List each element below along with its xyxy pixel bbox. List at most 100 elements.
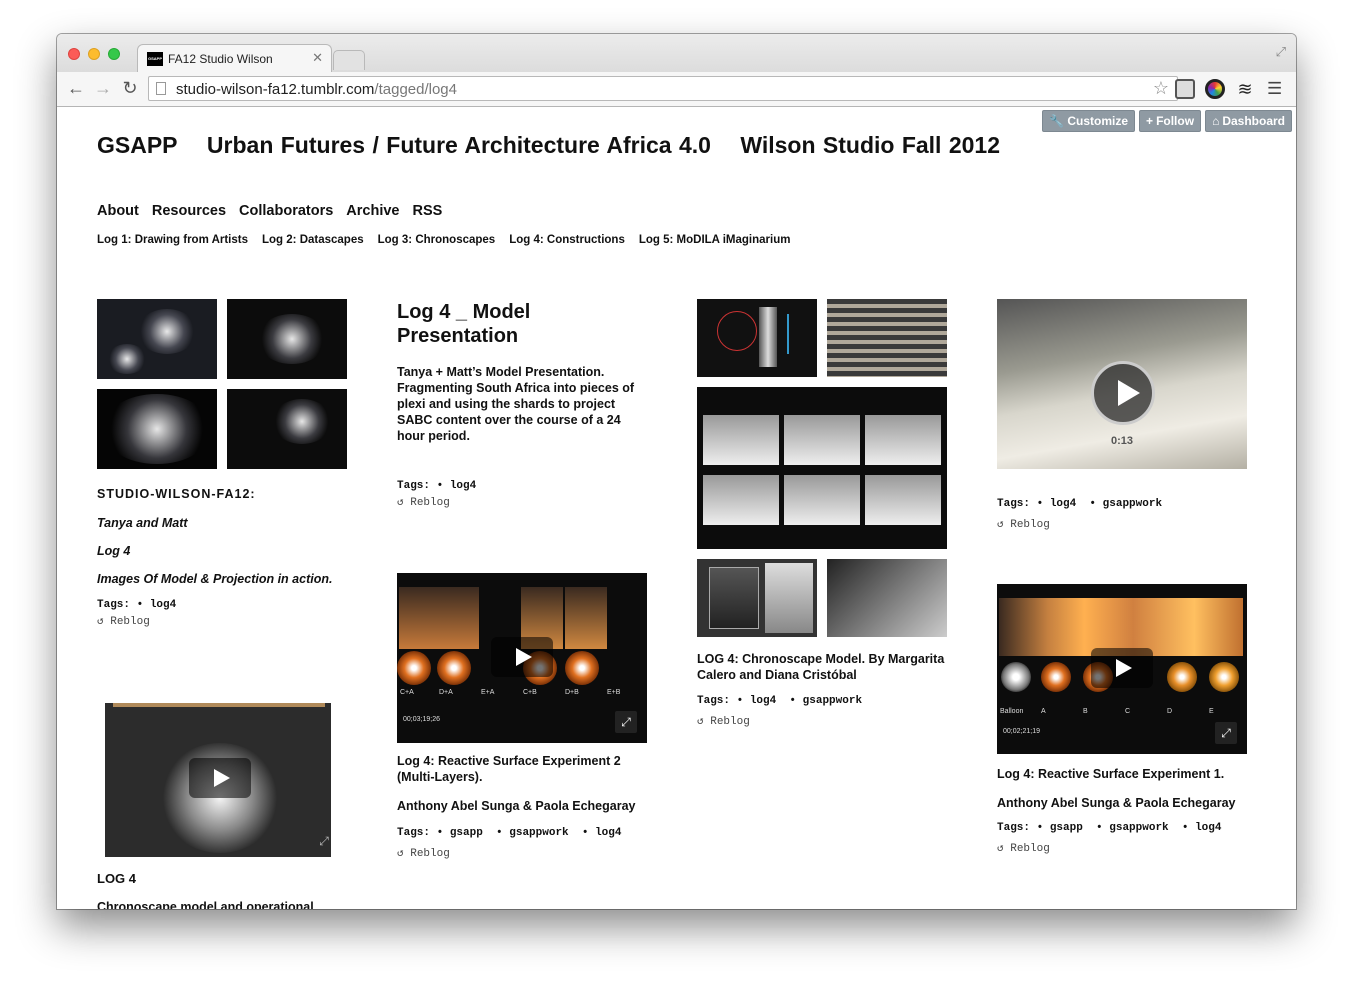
photo-frames-grid[interactable] — [827, 299, 947, 377]
nav-rss[interactable]: RSS — [413, 203, 443, 219]
video-reactive-surface-2[interactable]: C+A D+A E+A C+B D+B E+B 00;03;19;26 ⤢ — [397, 573, 647, 743]
tag-gsapp[interactable]: gsapp — [450, 827, 483, 839]
reblog-link[interactable]: ↺ Reblog — [997, 841, 1050, 855]
reblog-label: Reblog — [410, 497, 450, 509]
tag-log4[interactable]: log4 — [450, 480, 476, 492]
site-title[interactable]: GSAPP Urban Futures / Future Architectur… — [97, 132, 1022, 159]
tags-label: Tags: — [997, 498, 1031, 510]
reblog-link[interactable]: ↺ Reblog — [397, 495, 649, 509]
close-window-button[interactable] — [68, 48, 80, 60]
video-fullscreen-icon[interactable]: ⤢ — [615, 711, 637, 733]
layers-extension-icon[interactable]: ≋ — [1235, 79, 1255, 99]
video-chronoscape-model[interactable]: ⤢ — [105, 703, 331, 857]
nav-log-5[interactable]: Log 5: MoDILA iMaginarium — [639, 234, 791, 246]
video-surface-experiment[interactable]: 0:13 — [997, 299, 1247, 469]
dashboard-button[interactable]: ⌂ Dashboard — [1205, 110, 1292, 132]
reblog-link[interactable]: ↺ Reblog — [397, 846, 450, 860]
customize-button[interactable]: 🔧 Customize — [1042, 110, 1136, 132]
new-tab-button[interactable] — [333, 50, 365, 70]
address-bar[interactable]: studio-wilson-fa12.tumblr.com/tagged/log… — [148, 76, 1178, 101]
post-tags: Tags: • gsapp • gsappwork • log4 — [997, 822, 1222, 834]
post-line-1: Tanya and Matt — [97, 516, 188, 530]
fullscreen-icon[interactable]: ⤢ — [1276, 44, 1286, 60]
tag-gsappwork[interactable]: gsappwork — [1109, 822, 1168, 834]
nav-archive[interactable]: Archive — [346, 203, 399, 219]
video-reactive-surface-1[interactable]: Balloon A B C D E 00;02;21;19 ⤢ — [997, 584, 1247, 754]
frame-label: D — [1167, 708, 1173, 715]
post-title[interactable]: Log 4 _ Model Presentation — [397, 300, 649, 348]
post-text-model-presentation: Log 4 _ Model Presentation Tanya + Matt’… — [397, 300, 649, 509]
back-arrow-icon[interactable]: ← — [65, 78, 87, 99]
photo-model-projection-4[interactable] — [227, 389, 347, 469]
browser-window: GSAPP FA12 Studio Wilson ✕ ⤢ ← → ↻ studi… — [57, 34, 1296, 909]
video-play-button[interactable] — [189, 758, 251, 798]
minimize-window-button[interactable] — [88, 48, 100, 60]
bookmark-star-icon[interactable]: ☆ — [1153, 78, 1169, 99]
reblog-link[interactable]: ↺ Reblog — [997, 517, 1050, 531]
menu-icon[interactable]: ☰ — [1267, 79, 1282, 99]
post-authors: Anthony Abel Sunga & Paola Echegaray — [997, 796, 1236, 810]
tag-gsappwork[interactable]: gsappwork — [509, 827, 568, 839]
post-photoset-tanya-matt: STUDIO-WILSON-FA12: Tanya and Matt Log 4… — [97, 299, 349, 628]
customize-label: Customize — [1067, 114, 1129, 128]
video-fullscreen-icon[interactable]: ⤢ — [1215, 722, 1237, 744]
zoom-window-button[interactable] — [108, 48, 120, 60]
url-host: studio-wilson-fa12.tumblr.com — [176, 81, 375, 98]
nav-collaborators[interactable]: Collaborators — [239, 203, 333, 219]
video-play-button[interactable] — [1091, 648, 1153, 688]
tag-gsappwork[interactable]: gsappwork — [1103, 498, 1162, 510]
post-author[interactable]: STUDIO-WILSON-FA12: — [97, 487, 349, 501]
tag-gsapp[interactable]: gsapp — [1050, 822, 1083, 834]
browser-toolbar: ← → ↻ studio-wilson-fa12.tumblr.com/tagg… — [57, 72, 1296, 107]
extension-icon[interactable] — [1175, 79, 1195, 99]
post-line-3: Images Of Model & Projection in action. — [97, 572, 333, 586]
post-title: LOG 4 — [97, 871, 137, 886]
forward-arrow-icon[interactable]: → — [92, 78, 114, 99]
reblog-link[interactable]: ↺ Reblog — [97, 614, 349, 628]
nav-log-3[interactable]: Log 3: Chronoscapes — [378, 234, 496, 246]
photo-model-grid[interactable] — [697, 387, 947, 549]
reload-icon[interactable]: ↻ — [119, 78, 141, 99]
url-path: /tagged/log4 — [374, 81, 457, 98]
photo-model-surface[interactable] — [827, 559, 947, 637]
frame-label: B — [1083, 708, 1088, 715]
reblog-label: Reblog — [1010, 843, 1050, 855]
follow-button[interactable]: + Follow — [1139, 110, 1202, 132]
photo-model-projection-1[interactable] — [97, 299, 217, 379]
tag-log4[interactable]: log4 — [1195, 822, 1221, 834]
photo-diagram[interactable] — [697, 299, 817, 377]
reblog-link[interactable]: ↺ Reblog — [697, 714, 750, 728]
tag-log4[interactable]: log4 — [150, 599, 176, 611]
post-line-2: Log 4 — [97, 544, 131, 558]
tag-log4[interactable]: log4 — [595, 827, 621, 839]
video-play-button[interactable] — [1091, 361, 1155, 425]
post-body: Tanya + Matt’s Model Presentation. Fragm… — [397, 365, 635, 443]
post-authors: Anthony Abel Sunga & Paola Echegaray — [397, 799, 636, 813]
photo-model-cube[interactable] — [697, 559, 817, 637]
video-play-button[interactable] — [491, 637, 553, 677]
reblog-label: Reblog — [110, 616, 150, 628]
page-icon — [156, 82, 166, 95]
tag-log4[interactable]: log4 — [750, 695, 776, 707]
video-fullscreen-icon[interactable]: ⤢ — [313, 830, 331, 852]
nav-log-1[interactable]: Log 1: Drawing from Artists — [97, 234, 248, 246]
tags-label: Tags: — [997, 822, 1031, 834]
tag-gsappwork[interactable]: gsappwork — [803, 695, 862, 707]
photo-model-projection-2[interactable] — [227, 299, 347, 379]
nav-about[interactable]: About — [97, 203, 139, 219]
nav-resources[interactable]: Resources — [152, 203, 226, 219]
browser-tab[interactable]: GSAPP FA12 Studio Wilson ✕ — [137, 44, 332, 72]
video-timecode: 00;02;21;19 — [1003, 728, 1040, 735]
reblog-icon: ↺ — [997, 519, 1011, 531]
post-tags: Tags: • log4 — [97, 599, 177, 611]
tag-log4[interactable]: log4 — [1050, 498, 1076, 510]
frame-label: E+A — [481, 689, 495, 696]
nav-log-2[interactable]: Log 2: Datascapes — [262, 234, 364, 246]
photo-model-projection-3[interactable] — [97, 389, 217, 469]
nav-log-4[interactable]: Log 4: Constructions — [509, 234, 625, 246]
frame-label: E+B — [607, 689, 621, 696]
page-content: 🔧 Customize + Follow ⌂ Dashboard GSAPP Urba… — [57, 108, 1296, 909]
color-picker-extension-icon[interactable] — [1205, 79, 1225, 99]
frame-label: Balloon — [1000, 708, 1024, 715]
tab-close-icon[interactable]: ✕ — [312, 50, 323, 66]
